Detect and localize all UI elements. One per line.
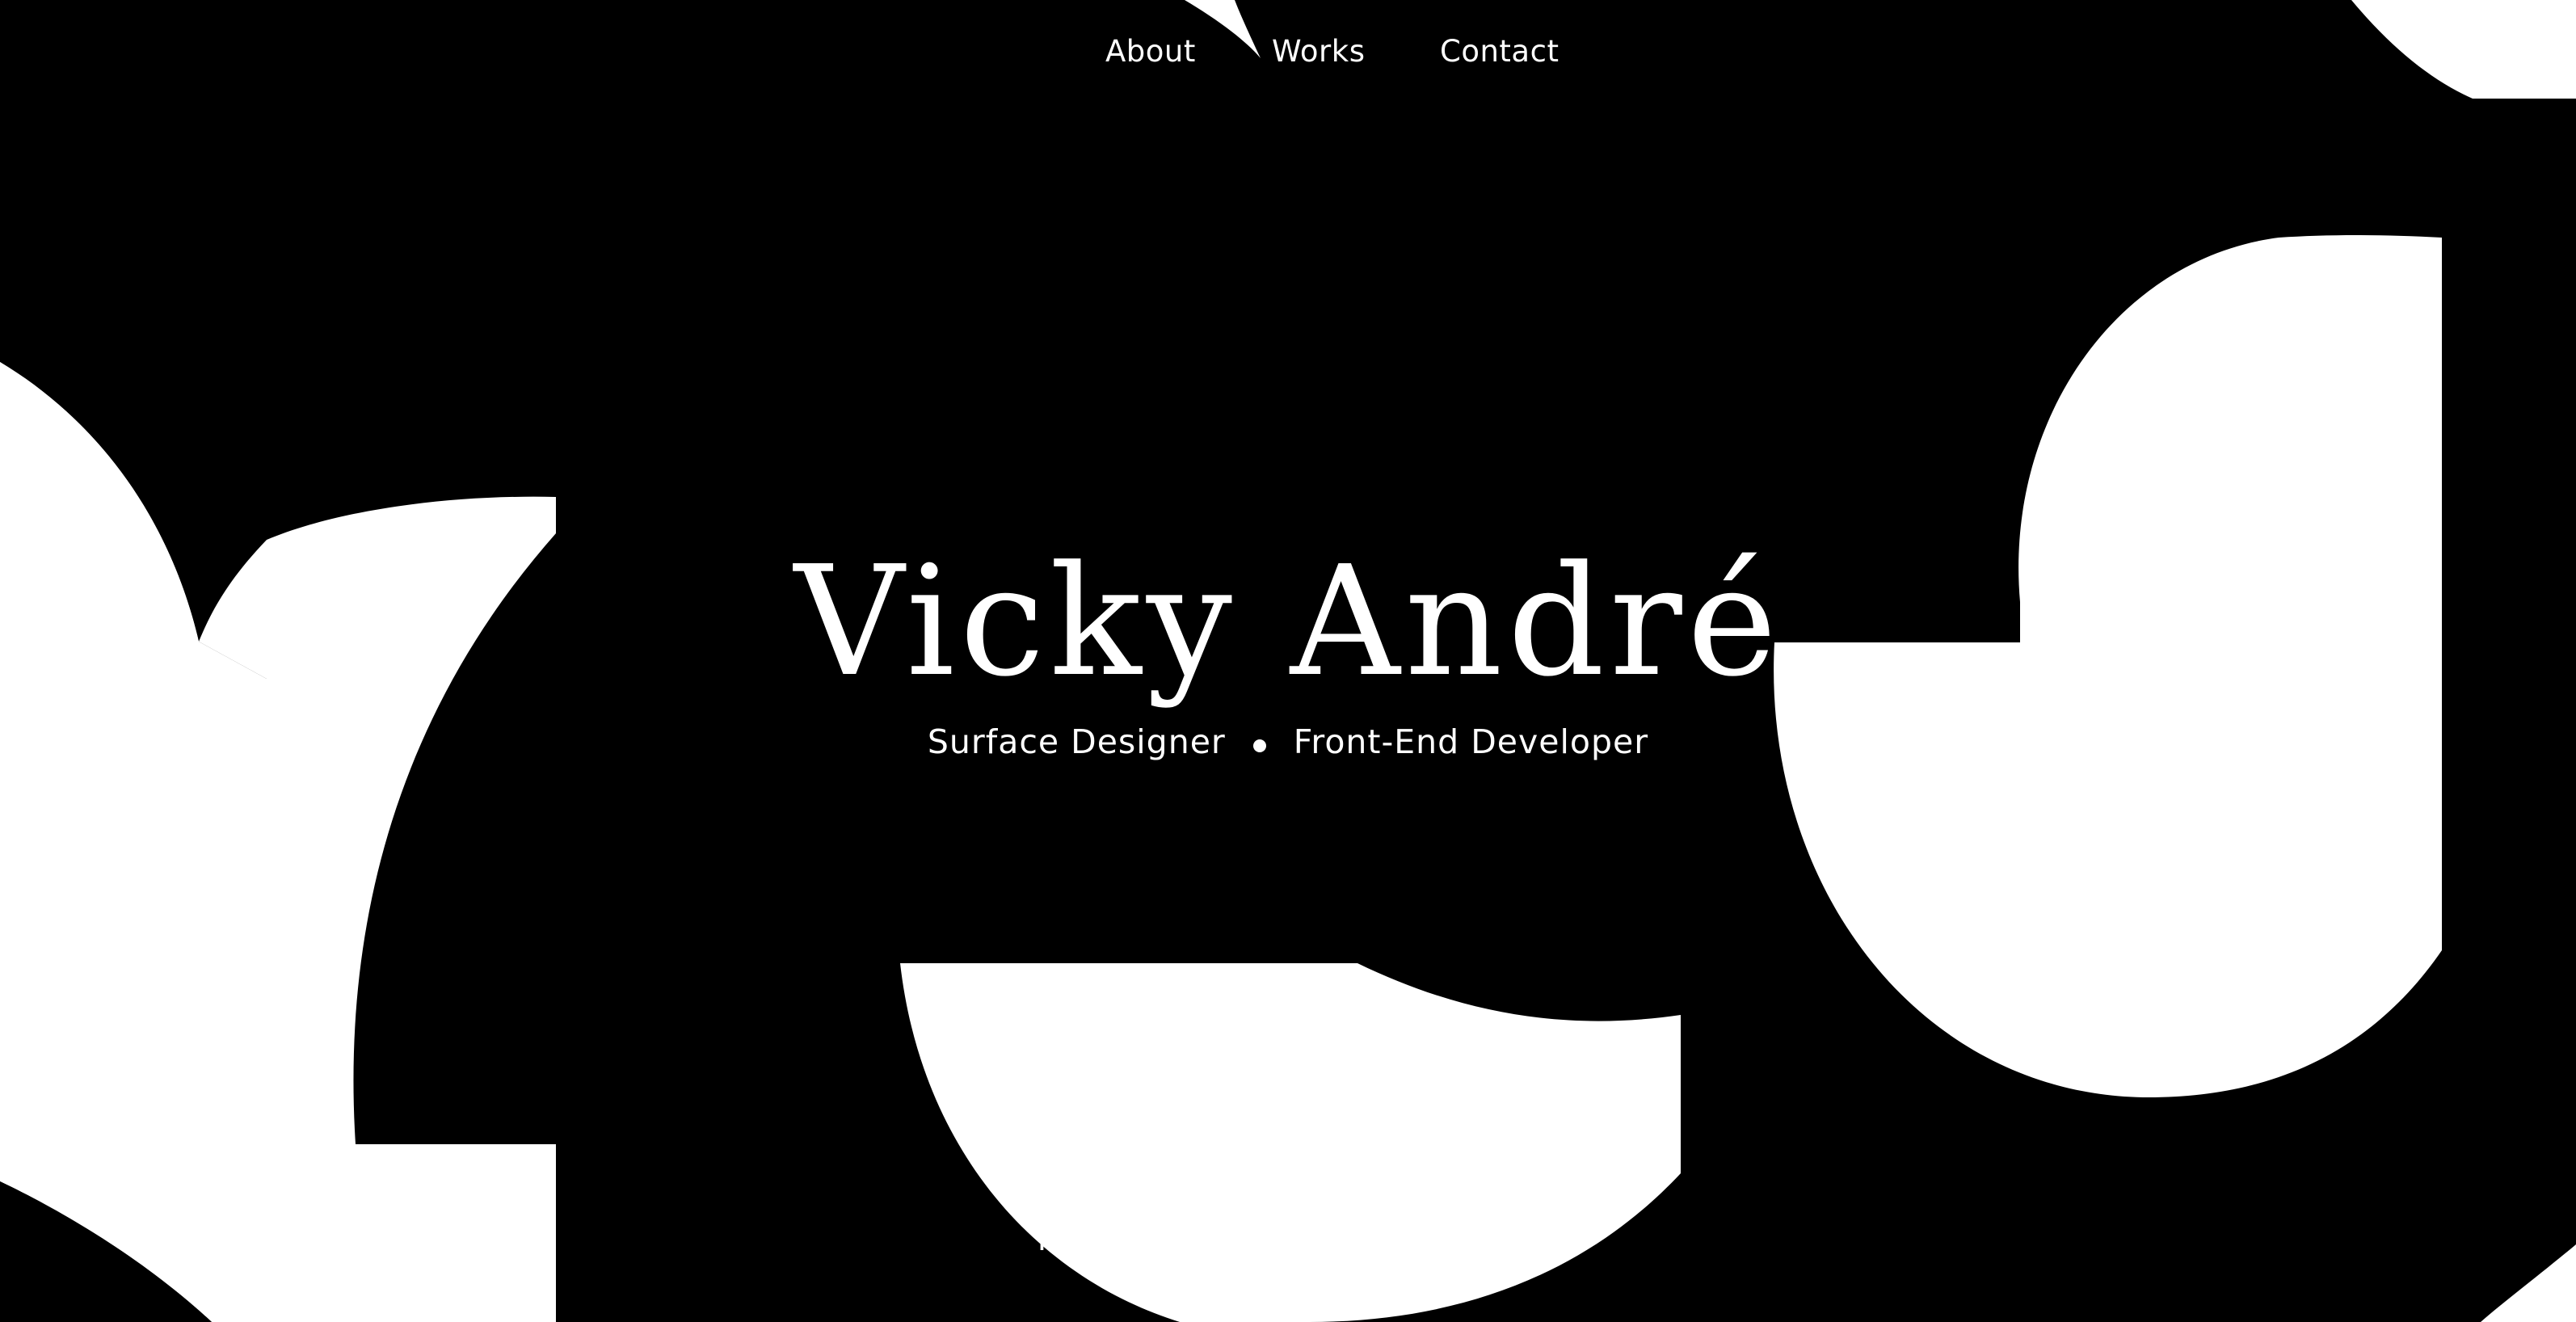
hero-name: Vicky André — [793, 533, 1783, 710]
hero-roles: Surface Designer Front-End Developer — [0, 722, 2576, 761]
nav-experiences[interactable]: Experiences — [1400, 1223, 1586, 1257]
page-root: About Works Contact Vicky André Surface … — [0, 0, 2576, 1322]
dot-icon — [1252, 739, 1266, 752]
nav-about[interactable]: About — [1105, 34, 1196, 69]
role-surface-designer: Surface Designer — [927, 722, 1226, 761]
nav-contact[interactable]: Contact — [1440, 34, 1559, 69]
top-right-corner-shape — [2351, 0, 2576, 99]
nav-playground[interactable]: Playground — [1038, 1223, 1210, 1257]
center-bowl-shape — [900, 963, 1681, 1322]
top-center-wedge-shape — [1185, 0, 1261, 58]
nav-works[interactable]: Works — [1272, 34, 1365, 69]
role-front-end-developer: Front-End Developer — [1293, 722, 1649, 761]
nav-obsession[interactable]: Obsession — [1227, 1223, 1383, 1257]
left-blob-shape — [0, 362, 556, 1322]
bottom-right-sliver-shape — [2481, 1244, 2576, 1322]
